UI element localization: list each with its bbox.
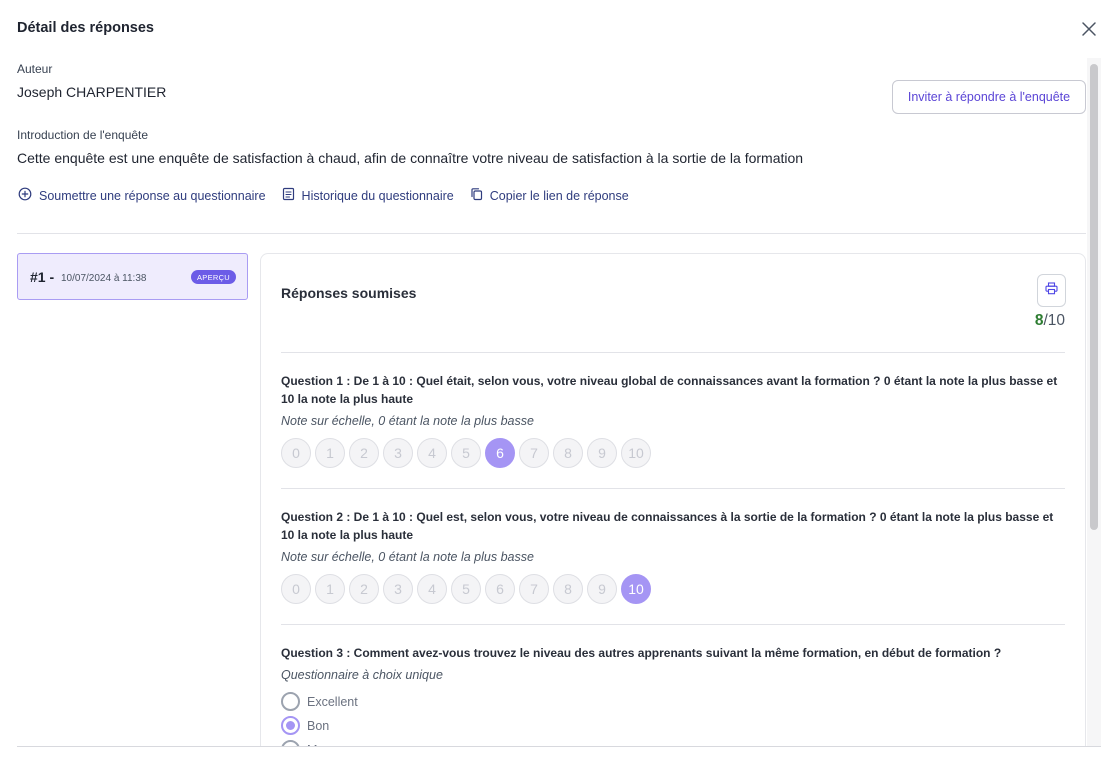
modal-footer-divider <box>17 746 1101 747</box>
radio-option: Excellent <box>281 692 358 711</box>
scale-option: 0 <box>281 438 311 468</box>
modal-body: Auteur Joseph CHARPENTIER Inviter à répo… <box>0 58 1101 746</box>
intro-label: Introduction de l'enquête <box>17 128 149 142</box>
preview-badge: APERÇU <box>191 270 236 284</box>
scale-option: 4 <box>417 574 447 604</box>
scale-option: 6 <box>485 438 515 468</box>
scale-option: 10 <box>621 438 651 468</box>
scale-option: 5 <box>451 574 481 604</box>
scale-option: 2 <box>349 438 379 468</box>
radio-button <box>281 692 300 711</box>
question-3-title: Question 3 : Comment avez-vous trouvez l… <box>281 646 1002 660</box>
scale-option: 2 <box>349 574 379 604</box>
response-number: #1 - <box>30 269 55 285</box>
submit-response-link[interactable]: Soumettre une réponse au questionnaire <box>18 187 266 204</box>
panel-title: Réponses soumises <box>281 285 417 301</box>
action-links: Soumettre une réponse au questionnaire H… <box>18 187 629 204</box>
question-2-subtitle: Note sur échelle, 0 étant la note la plu… <box>281 550 534 564</box>
question-divider <box>281 352 1065 353</box>
copy-link-label: Copier le lien de réponse <box>489 188 629 203</box>
scale-option: 0 <box>281 574 311 604</box>
question-1-subtitle: Note sur échelle, 0 étant la note la plu… <box>281 414 534 428</box>
scrollbar-thumb[interactable] <box>1090 64 1098 530</box>
question-2-title: Question 2 : De 1 à 10 : Quel est, selon… <box>281 510 1054 542</box>
scrollbar[interactable] <box>1087 58 1101 746</box>
radio-option: Bon <box>281 716 329 735</box>
add-circle-icon <box>18 187 32 204</box>
scale-option: 5 <box>451 438 481 468</box>
intro-text: Cette enquête est une enquête de satisfa… <box>17 150 804 166</box>
score-total: /10 <box>1043 312 1065 329</box>
printer-icon <box>1045 281 1058 300</box>
scale-option: 9 <box>587 574 617 604</box>
history-label: Historique du questionnaire <box>301 188 454 203</box>
response-list-item[interactable]: #1 - 10/07/2024 à 11:38 APERÇU <box>17 253 248 300</box>
section-divider <box>17 233 1086 234</box>
question-divider <box>281 624 1065 625</box>
close-icon[interactable] <box>1079 19 1099 39</box>
question-2-scale: 0 1 2 3 4 5 6 7 8 9 10 <box>281 574 651 604</box>
question-divider <box>281 488 1065 489</box>
scale-option: 6 <box>485 574 515 604</box>
modal-title: Détail des réponses <box>17 20 154 36</box>
scale-option: 3 <box>383 438 413 468</box>
response-date: 10/07/2024 à 11:38 <box>61 273 147 284</box>
scale-option: 7 <box>519 438 549 468</box>
scale-option: 7 <box>519 574 549 604</box>
radio-option-label: Bon <box>307 718 330 733</box>
invite-button[interactable]: Inviter à répondre à l'enquête <box>892 80 1086 114</box>
scale-option: 1 <box>315 574 345 604</box>
history-link[interactable]: Historique du questionnaire <box>282 187 454 204</box>
radio-button <box>281 716 300 735</box>
scale-option: 9 <box>587 438 617 468</box>
scale-option: 8 <box>553 438 583 468</box>
print-button[interactable] <box>1037 274 1066 307</box>
question-1-scale: 0 1 2 3 4 5 6 7 8 9 10 <box>281 438 651 468</box>
scale-option: 8 <box>553 574 583 604</box>
submit-response-label: Soumettre une réponse au questionnaire <box>39 188 266 203</box>
copy-link-link[interactable]: Copier le lien de réponse <box>470 187 629 204</box>
scale-option: 3 <box>383 574 413 604</box>
submitted-responses-panel: Réponses soumises 8/10 Question 1 : De 1… <box>260 253 1086 746</box>
question-1-title: Question 1 : De 1 à 10 : Quel était, sel… <box>281 374 1058 406</box>
author-name: Joseph CHARPENTIER <box>17 84 167 100</box>
scale-option: 10 <box>621 574 651 604</box>
document-icon <box>282 187 295 204</box>
question-3-subtitle: Questionnaire à choix unique <box>281 668 443 682</box>
scale-option: 1 <box>315 438 345 468</box>
author-label: Auteur <box>17 62 53 76</box>
scale-option: 4 <box>417 438 447 468</box>
radio-option-label: Excellent <box>307 694 358 709</box>
score: 8/10 <box>1035 312 1065 330</box>
copy-icon <box>470 187 483 204</box>
